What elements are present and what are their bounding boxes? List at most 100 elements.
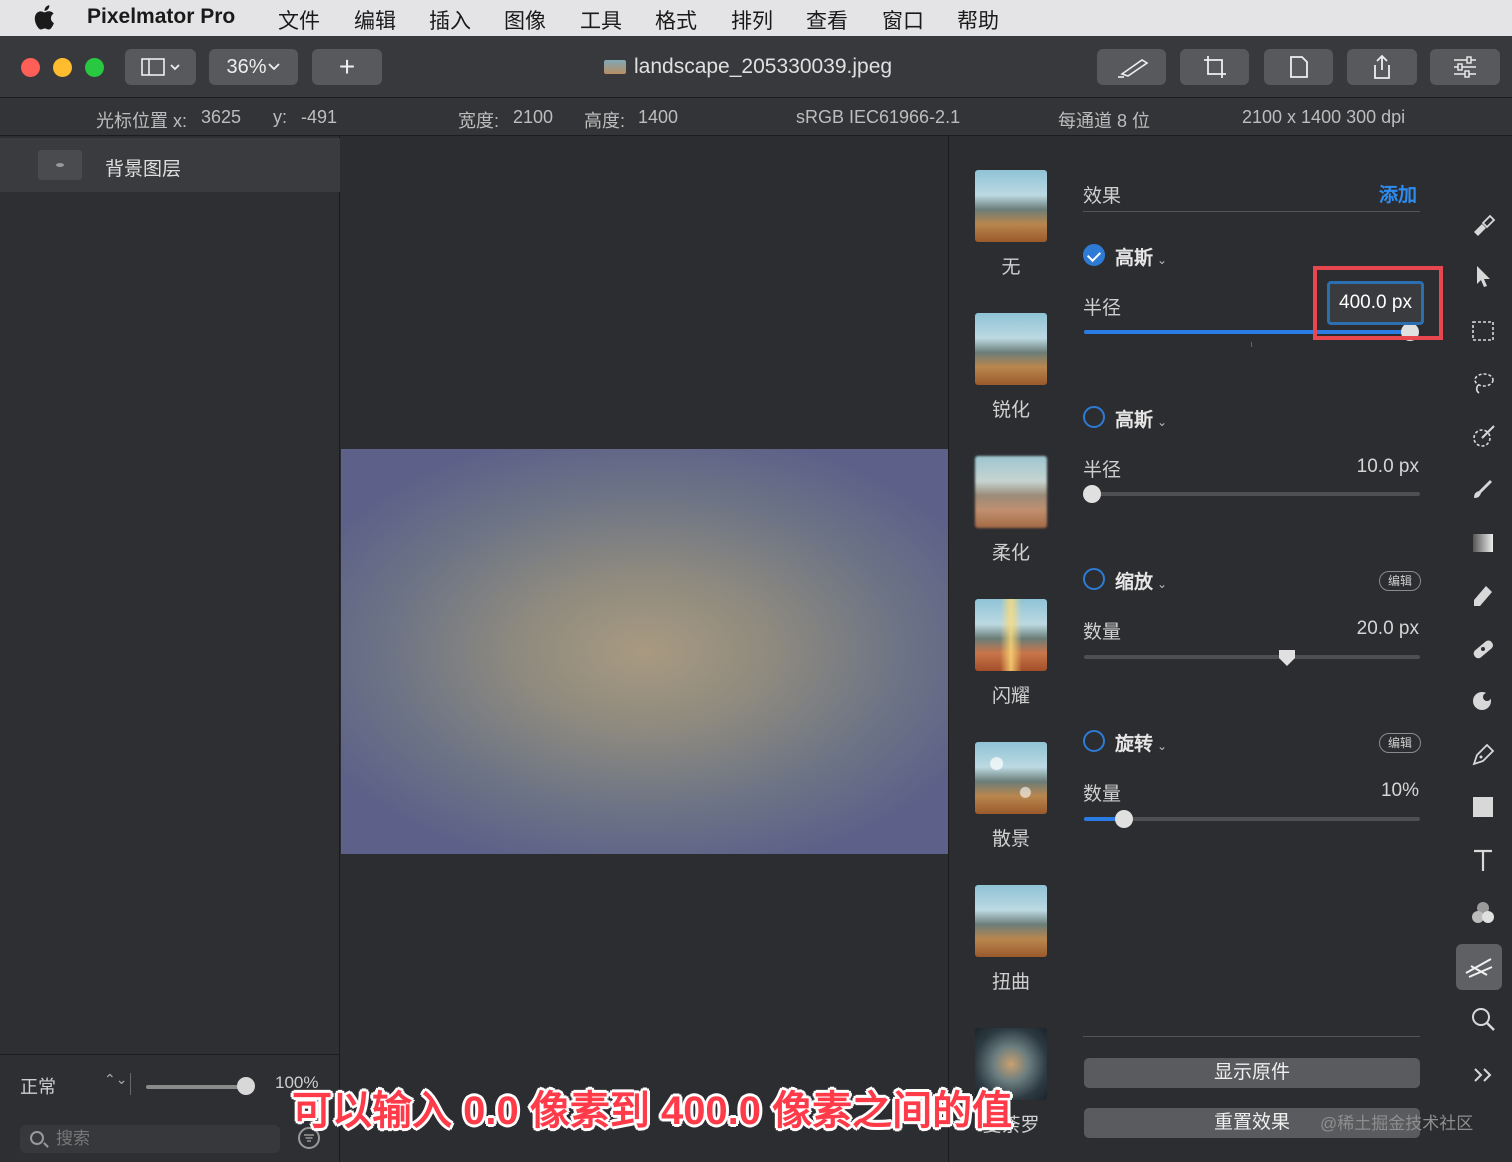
effect-2-value[interactable]: 10.0 px	[1309, 456, 1419, 478]
zoom-dropdown[interactable]: 36%	[209, 49, 298, 85]
crop-button[interactable]	[1180, 49, 1249, 85]
divider	[130, 1073, 131, 1095]
close-window-button[interactable]	[21, 58, 40, 77]
watermark: @稀土掘金技术社区	[1320, 1114, 1474, 1133]
menu-edit[interactable]: 编辑	[354, 5, 396, 35]
zoom-value: 36%	[226, 55, 267, 78]
opacity-slider[interactable]	[146, 1085, 246, 1089]
text-icon[interactable]	[1464, 842, 1502, 880]
brush-pencil-icon	[1117, 59, 1148, 78]
app-menu[interactable]: Pixelmator Pro	[87, 5, 235, 29]
more-icon[interactable]	[1464, 1056, 1502, 1094]
add-effect-button[interactable]: 添加	[1379, 180, 1417, 207]
menu-tools[interactable]: 工具	[580, 5, 622, 35]
preset-thumbnail	[975, 170, 1047, 242]
chevron-down-icon: ⌄	[1157, 739, 1168, 753]
image-dimensions: 2100 x 1400 300 dpi	[1242, 107, 1406, 127]
canvas-area[interactable]	[341, 136, 948, 1162]
layer-search-input[interactable]: 搜索	[20, 1125, 280, 1153]
pen-icon[interactable]	[1464, 736, 1502, 774]
effects-icon[interactable]	[1456, 944, 1502, 990]
preset-none[interactable]: 无	[975, 170, 1047, 279]
effect-3-value[interactable]: 20.0 px	[1309, 618, 1419, 640]
lasso-icon[interactable]	[1464, 364, 1502, 402]
bandage-icon[interactable]	[1464, 630, 1502, 668]
preset-label: 散景	[991, 829, 1030, 850]
color-profile: sRGB IEC61966-2.1	[796, 107, 961, 127]
paint-icon[interactable]	[1464, 206, 1502, 244]
effect-4-name[interactable]: 旋转 ⌄	[1115, 729, 1167, 756]
document-thumbnail	[604, 60, 626, 74]
effect-4-value[interactable]: 10%	[1309, 780, 1419, 802]
preset-soften[interactable]: 柔化	[975, 456, 1047, 565]
preset-thumbnail	[975, 456, 1047, 528]
height-label: 高度:	[584, 111, 626, 131]
preset-thumbnail	[975, 885, 1047, 957]
magic-wand-icon[interactable]	[1464, 418, 1502, 456]
effect-4-slider[interactable]	[1084, 817, 1420, 821]
brush-icon[interactable]	[1464, 470, 1502, 508]
zoom-window-button[interactable]	[85, 58, 104, 77]
format-button[interactable]	[1264, 49, 1333, 85]
effect-3-slider[interactable]	[1084, 655, 1420, 659]
apple-logo-icon[interactable]	[34, 4, 56, 30]
effect-3-name[interactable]: 缩放 ⌄	[1115, 567, 1167, 594]
minimize-window-button[interactable]	[53, 58, 72, 77]
sidebar-toggle-button[interactable]	[125, 49, 196, 85]
layer-row[interactable]: 背景图层	[0, 138, 340, 192]
add-button[interactable]: +	[312, 49, 382, 85]
menu-help[interactable]: 帮助	[957, 5, 999, 35]
menu-arrange[interactable]: 排列	[731, 5, 773, 35]
effect-2-slider[interactable]	[1084, 492, 1420, 496]
effect-4-slider-knob[interactable]	[1115, 810, 1134, 828]
effect-1-checkbox[interactable]	[1083, 244, 1105, 266]
up-down-chevron-icon[interactable]: ⌃⌄	[104, 1071, 127, 1088]
effect-name: 缩放	[1115, 572, 1154, 593]
menu-format[interactable]: 格式	[655, 5, 697, 35]
shape-icon[interactable]	[1464, 788, 1502, 826]
effect-4-checkbox[interactable]	[1083, 730, 1105, 752]
divider	[1083, 1036, 1420, 1037]
menu-image[interactable]: 图像	[504, 5, 546, 35]
effect-3-checkbox[interactable]	[1083, 568, 1105, 590]
effect-3-edit-button[interactable]: 编辑	[1379, 571, 1421, 591]
effect-4-edit-button[interactable]: 编辑	[1379, 733, 1421, 753]
rect-select-icon[interactable]	[1464, 312, 1502, 350]
preset-glow[interactable]: 闪耀	[975, 599, 1047, 708]
eraser-icon[interactable]	[1464, 576, 1502, 614]
menu-view[interactable]: 查看	[806, 5, 848, 35]
share-icon	[1374, 54, 1390, 79]
effect-2-name[interactable]: 高斯 ⌄	[1115, 405, 1167, 432]
show-original-button[interactable]: 显示原件	[1084, 1058, 1420, 1088]
zoom-icon[interactable]	[1464, 1000, 1502, 1038]
bit-depth: 每通道 8 位	[1058, 111, 1151, 131]
preset-distort[interactable]: 扭曲	[975, 885, 1047, 994]
chevron-down-icon	[267, 63, 280, 71]
preset-sharpen[interactable]: 锐化	[975, 313, 1047, 422]
tools-toggle-button[interactable]	[1097, 49, 1166, 85]
sponge-icon[interactable]	[1464, 682, 1502, 720]
effect-3-slider-knob[interactable]	[1277, 648, 1297, 668]
blurred-image[interactable]	[341, 449, 948, 854]
chevron-down-icon: ⌄	[1157, 415, 1168, 429]
opacity-slider-knob[interactable]	[237, 1077, 255, 1095]
preset-label: 锐化	[991, 400, 1030, 421]
menu-window[interactable]: 窗口	[882, 5, 924, 35]
menu-insert[interactable]: 插入	[429, 5, 471, 35]
menu-file[interactable]: 文件	[278, 5, 320, 35]
layer-thumbnail	[38, 150, 82, 180]
cursor-y-label: y:	[273, 107, 288, 127]
effect-1-value-input[interactable]: 400.0 px	[1327, 281, 1424, 325]
share-button[interactable]	[1347, 49, 1417, 85]
gradient-icon[interactable]	[1464, 524, 1502, 562]
effect-1-name[interactable]: 高斯 ⌄	[1115, 243, 1167, 270]
crop-icon	[1203, 56, 1226, 78]
adjustments-button[interactable]	[1430, 49, 1500, 85]
arrow-select-icon[interactable]	[1464, 258, 1502, 296]
effect-3-param: 数量	[1083, 622, 1122, 643]
color-adjust-icon[interactable]	[1464, 894, 1502, 932]
blend-mode-select[interactable]: 正常	[20, 1073, 56, 1099]
effect-2-slider-knob[interactable]	[1083, 485, 1102, 503]
effect-2-checkbox[interactable]	[1083, 406, 1105, 428]
preset-bokeh[interactable]: 散景	[975, 742, 1047, 851]
